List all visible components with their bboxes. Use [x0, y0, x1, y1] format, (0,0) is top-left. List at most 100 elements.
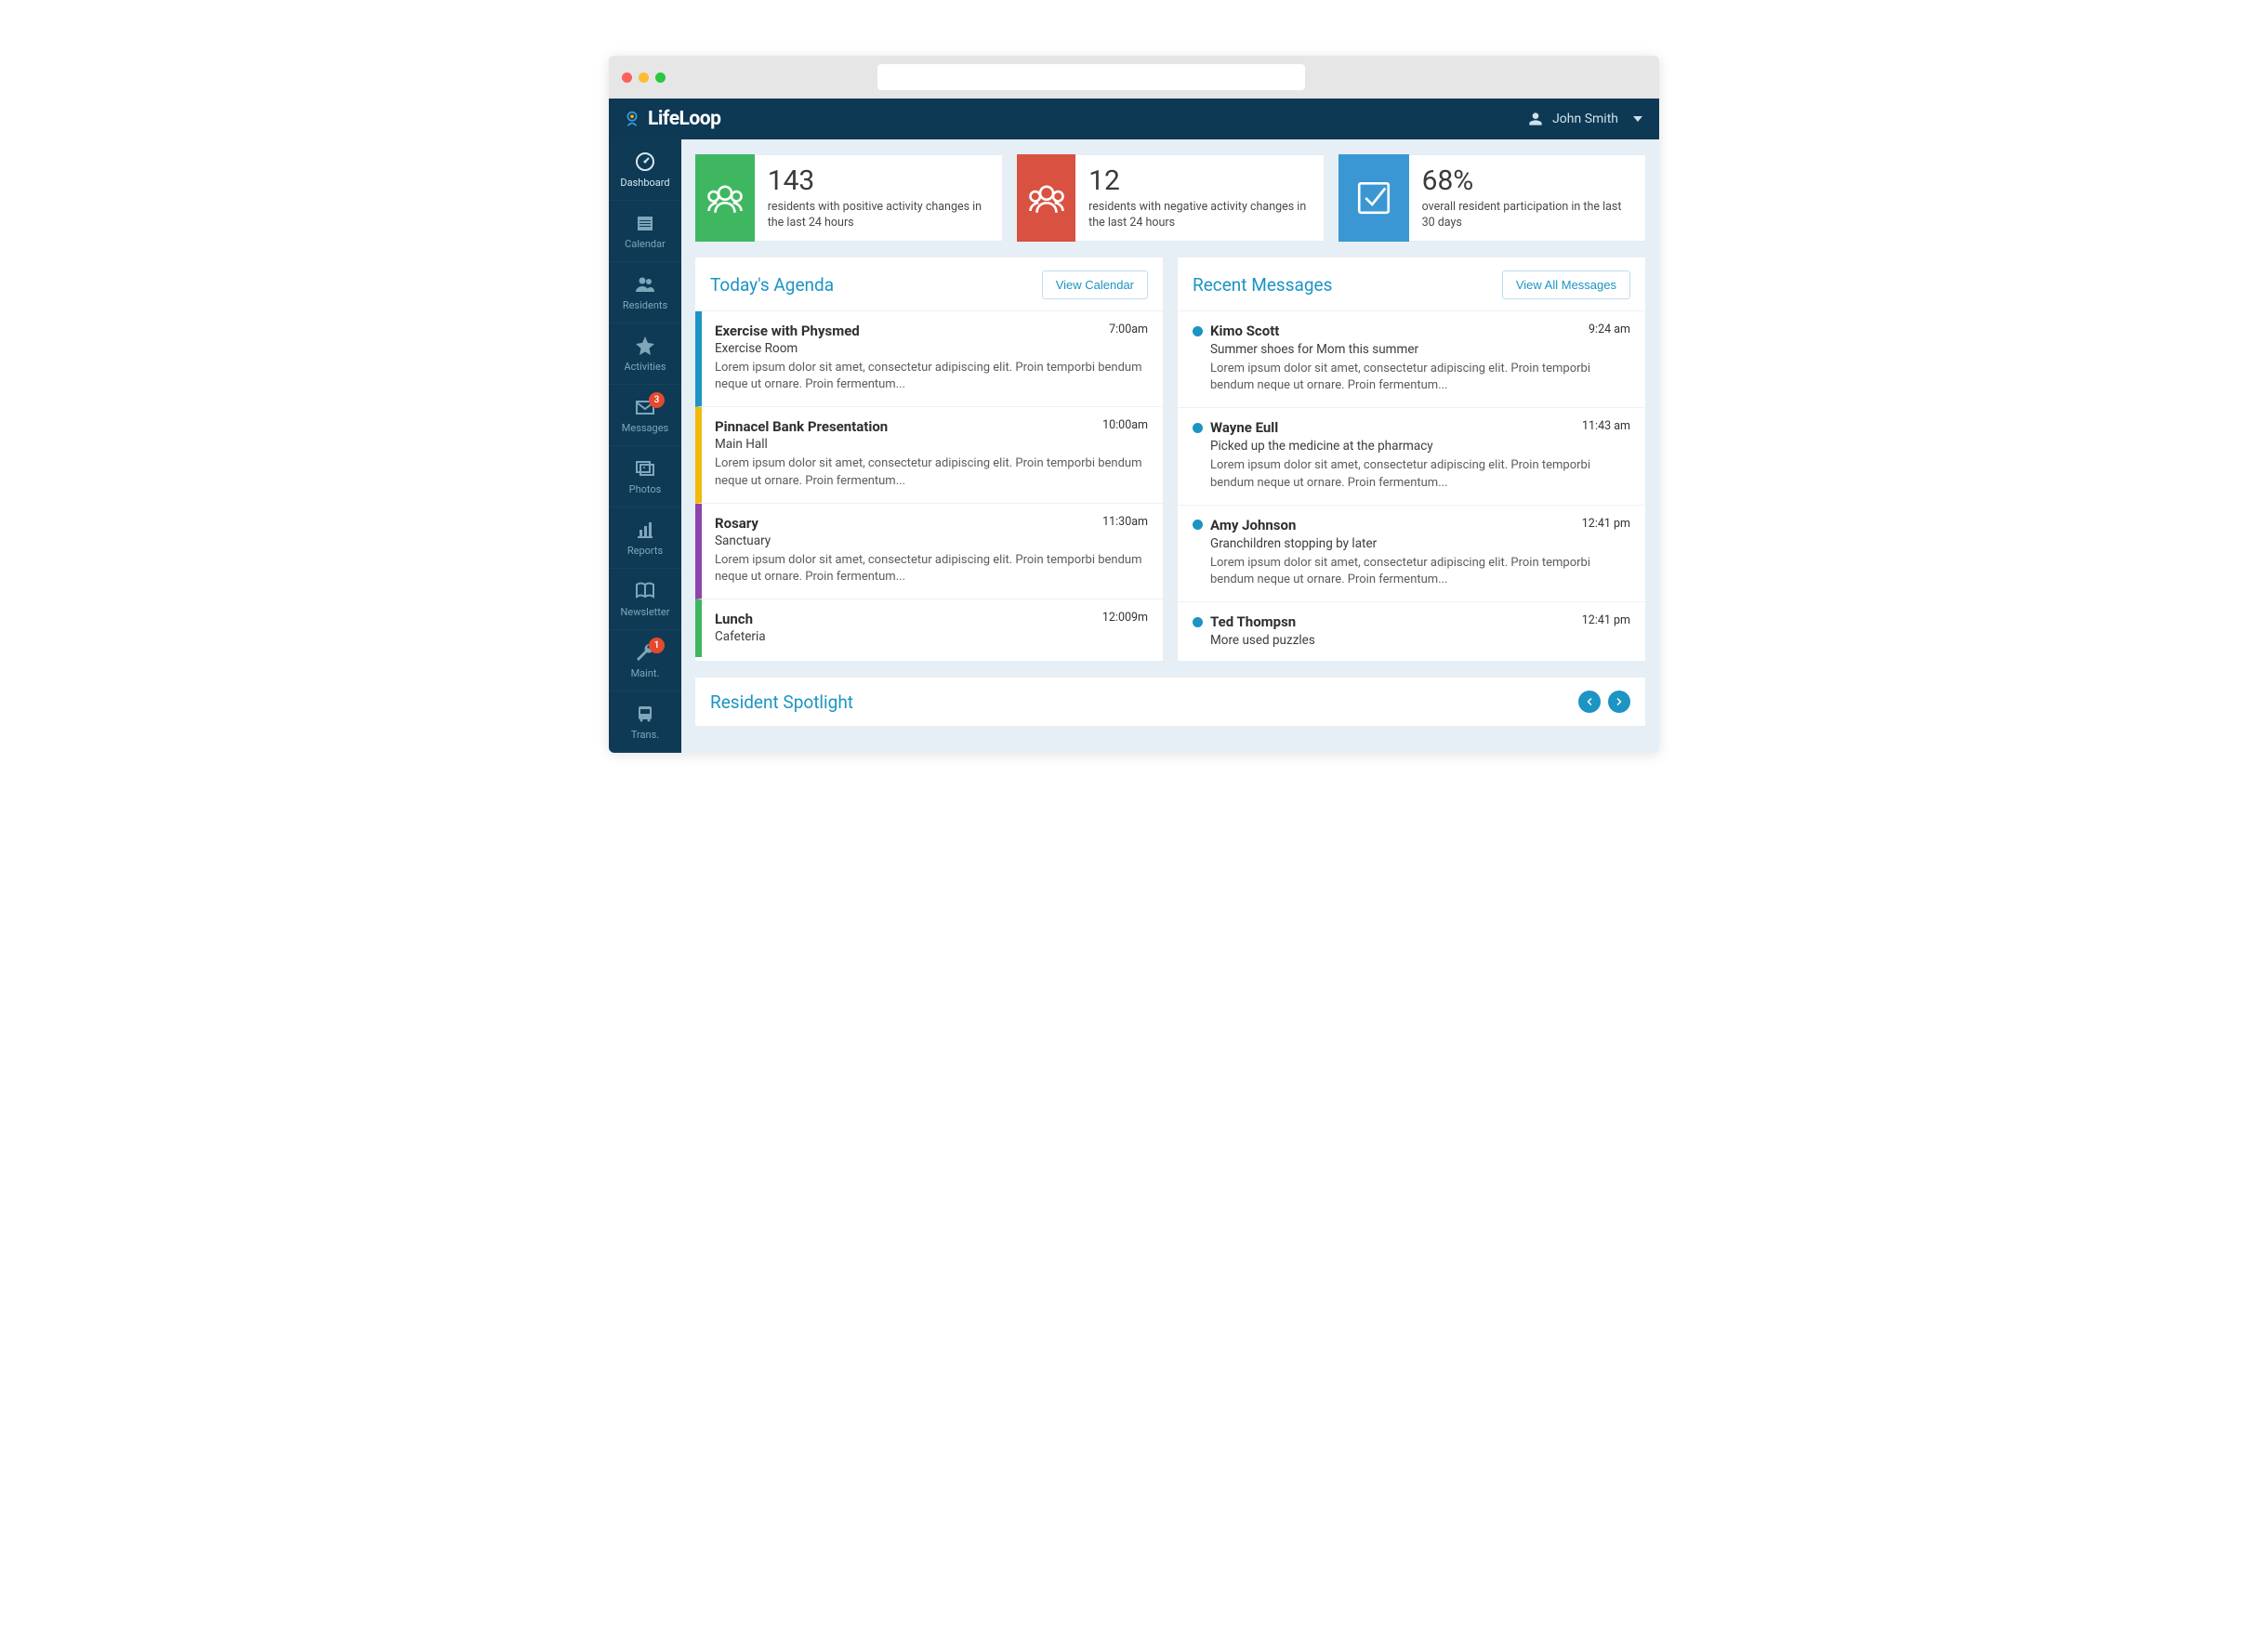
- app-header: LifeLoop John Smith: [609, 99, 1659, 139]
- logo[interactable]: LifeLoop: [622, 108, 720, 130]
- message-item[interactable]: 9:24 am Kimo Scott Summer shoes for Mom th…: [1178, 311, 1645, 408]
- stat-desc: residents with negative activity changes…: [1088, 200, 1309, 231]
- sidebar-item-activities[interactable]: Activities: [609, 323, 681, 385]
- check-icon: [1354, 178, 1393, 217]
- agenda-location: Main Hall: [715, 437, 1148, 452]
- sidebar-item-residents[interactable]: Residents: [609, 262, 681, 323]
- message-time: 12:41 pm: [1582, 517, 1630, 531]
- sidebar-item-label: Activities: [625, 361, 666, 373]
- agenda-item[interactable]: 7:00amExercise with PhysmedExercise Room…: [695, 311, 1163, 407]
- sidebar-item-photos[interactable]: Photos: [609, 446, 681, 507]
- sidebar-item-label: Reports: [627, 545, 663, 557]
- view-all-messages-button[interactable]: View All Messages: [1502, 270, 1630, 299]
- agenda-location: Sanctuary: [715, 533, 1148, 548]
- spotlight-prev-button[interactable]: [1578, 691, 1601, 713]
- sidebar-item-label: Photos: [629, 483, 662, 495]
- agenda-item-title: Rosary: [715, 515, 1148, 532]
- message-head: Amy Johnson: [1193, 517, 1630, 533]
- close-window-button[interactable]: [622, 72, 632, 83]
- message-subject: More used puzzles: [1210, 633, 1630, 648]
- message-item[interactable]: 12:41 pmAmy Johnson Granchildren stopping…: [1178, 506, 1645, 602]
- spotlight-nav: [1578, 691, 1630, 713]
- message-subject: Summer shoes for Mom this summer: [1210, 342, 1630, 357]
- message-item[interactable]: 12:41 pmTed ThompsnMore used puzzles: [1178, 602, 1645, 661]
- user-icon: [1528, 112, 1543, 126]
- agenda-list: 7:00amExercise with PhysmedExercise Room…: [695, 311, 1163, 657]
- sidebar-item-label: Calendar: [625, 238, 666, 250]
- message-subject: Granchildren stopping by later: [1210, 536, 1630, 551]
- message-sender: Wayne Eull: [1210, 419, 1278, 436]
- message-body: Summer shoes for Mom this summerLorem ip…: [1193, 342, 1630, 394]
- message-body: More used puzzles: [1193, 633, 1630, 648]
- url-bar[interactable]: [877, 64, 1305, 90]
- book-icon: [634, 580, 656, 602]
- sidebar-badge: 1: [649, 638, 665, 653]
- stat-card: 143 residents with positive activity chan…: [694, 154, 1003, 242]
- user-menu[interactable]: John Smith: [1528, 112, 1642, 126]
- agenda-time: 12:009m: [1102, 611, 1148, 625]
- sidebar-item-maint[interactable]: Maint. 1: [609, 630, 681, 691]
- message-time: 11:43 am: [1582, 419, 1630, 433]
- message-preview: Lorem ipsum dolor sit amet, consectetur …: [1210, 457, 1630, 491]
- chevron-down-icon: [1633, 116, 1642, 122]
- sidebar-item-label: Messages: [622, 422, 668, 434]
- sidebar-item-label: Dashboard: [620, 177, 669, 189]
- sidebar-item-reports[interactable]: Reports: [609, 507, 681, 569]
- sidebar-item-label: Trans.: [631, 729, 659, 741]
- spotlight-next-button[interactable]: [1608, 691, 1630, 713]
- sidebar-item-newsletter[interactable]: Newsletter: [609, 569, 681, 630]
- app-body: Dashboard Calendar Residents Activities Mess…: [609, 139, 1659, 753]
- gauge-icon: [634, 151, 656, 173]
- sidebar-item-trans[interactable]: Trans.: [609, 691, 681, 753]
- message-time: 9:24 am: [1589, 323, 1630, 336]
- sidebar-item-label: Residents: [623, 299, 667, 311]
- message-time: 12:41 pm: [1582, 613, 1630, 627]
- message-preview: Lorem ipsum dolor sit amet, consectetur …: [1210, 555, 1630, 588]
- stat-desc: residents with positive activity changes…: [768, 200, 987, 231]
- message-item[interactable]: 11:43 am Wayne Eull Picked up the medicine…: [1178, 408, 1645, 505]
- photos-icon: [634, 457, 656, 480]
- message-head: Wayne Eull: [1193, 419, 1630, 436]
- maximize-window-button[interactable]: [655, 72, 666, 83]
- sidebar-item-dashboard[interactable]: Dashboard: [609, 139, 681, 201]
- agenda-desc: Lorem ipsum dolor sit amet, consectetur …: [715, 455, 1148, 489]
- browser-chrome: [609, 56, 1659, 99]
- sidebar-item-label: Maint.: [631, 667, 660, 679]
- logo-icon: [622, 109, 642, 129]
- messages-list: 9:24 am Kimo Scott Summer shoes for Mom th…: [1178, 311, 1645, 661]
- agenda-item-title: Lunch: [715, 611, 1148, 627]
- minimize-window-button[interactable]: [639, 72, 649, 83]
- logo-text: LifeLoop: [648, 108, 720, 130]
- calendar-icon: [634, 212, 656, 234]
- message-subject: Picked up the medicine at the pharmacy: [1210, 439, 1630, 454]
- sidebar-item-messages[interactable]: Messages 3: [609, 385, 681, 446]
- message-sender: Kimo Scott: [1210, 323, 1279, 339]
- agenda-title: Today's Agenda: [710, 274, 834, 296]
- main-content: 143 residents with positive activity chan…: [681, 139, 1659, 753]
- sidebar-item-label: Newsletter: [621, 606, 670, 618]
- agenda-location: Exercise Room: [715, 341, 1148, 356]
- bus-icon: [634, 703, 656, 725]
- sidebar-badge: 3: [649, 392, 665, 408]
- unread-dot-icon: [1193, 423, 1203, 433]
- stat-value: 143: [768, 165, 987, 196]
- stat-icon: [695, 154, 755, 242]
- window-controls: [622, 72, 666, 83]
- chart-icon: [634, 519, 656, 541]
- agenda-item[interactable]: 12:009mLunchCafeteria: [695, 599, 1163, 657]
- stat-value: 68%: [1422, 165, 1630, 196]
- agenda-item[interactable]: 10:00amPinnacel Bank PresentationMain Ha…: [695, 407, 1163, 503]
- agenda-desc: Lorem ipsum dolor sit amet, consectetur …: [715, 360, 1148, 393]
- app-window: LifeLoop John Smith Dashboard Calendar Res…: [609, 56, 1659, 753]
- view-calendar-button[interactable]: View Calendar: [1042, 270, 1148, 299]
- unread-dot-icon: [1193, 617, 1203, 627]
- message-body: Granchildren stopping by later Lorem ipsu…: [1193, 536, 1630, 588]
- agenda-item[interactable]: 11:30amRosarySanctuaryLorem ipsum dolor …: [695, 504, 1163, 599]
- arrow-left-icon: [1584, 696, 1595, 707]
- stat-value: 12: [1088, 165, 1309, 196]
- group-icon: [705, 178, 745, 217]
- sidebar: Dashboard Calendar Residents Activities Mess…: [609, 139, 681, 753]
- sidebar-item-calendar[interactable]: Calendar: [609, 201, 681, 262]
- agenda-item-title: Pinnacel Bank Presentation: [715, 418, 1148, 435]
- spotlight-title: Resident Spotlight: [710, 691, 853, 713]
